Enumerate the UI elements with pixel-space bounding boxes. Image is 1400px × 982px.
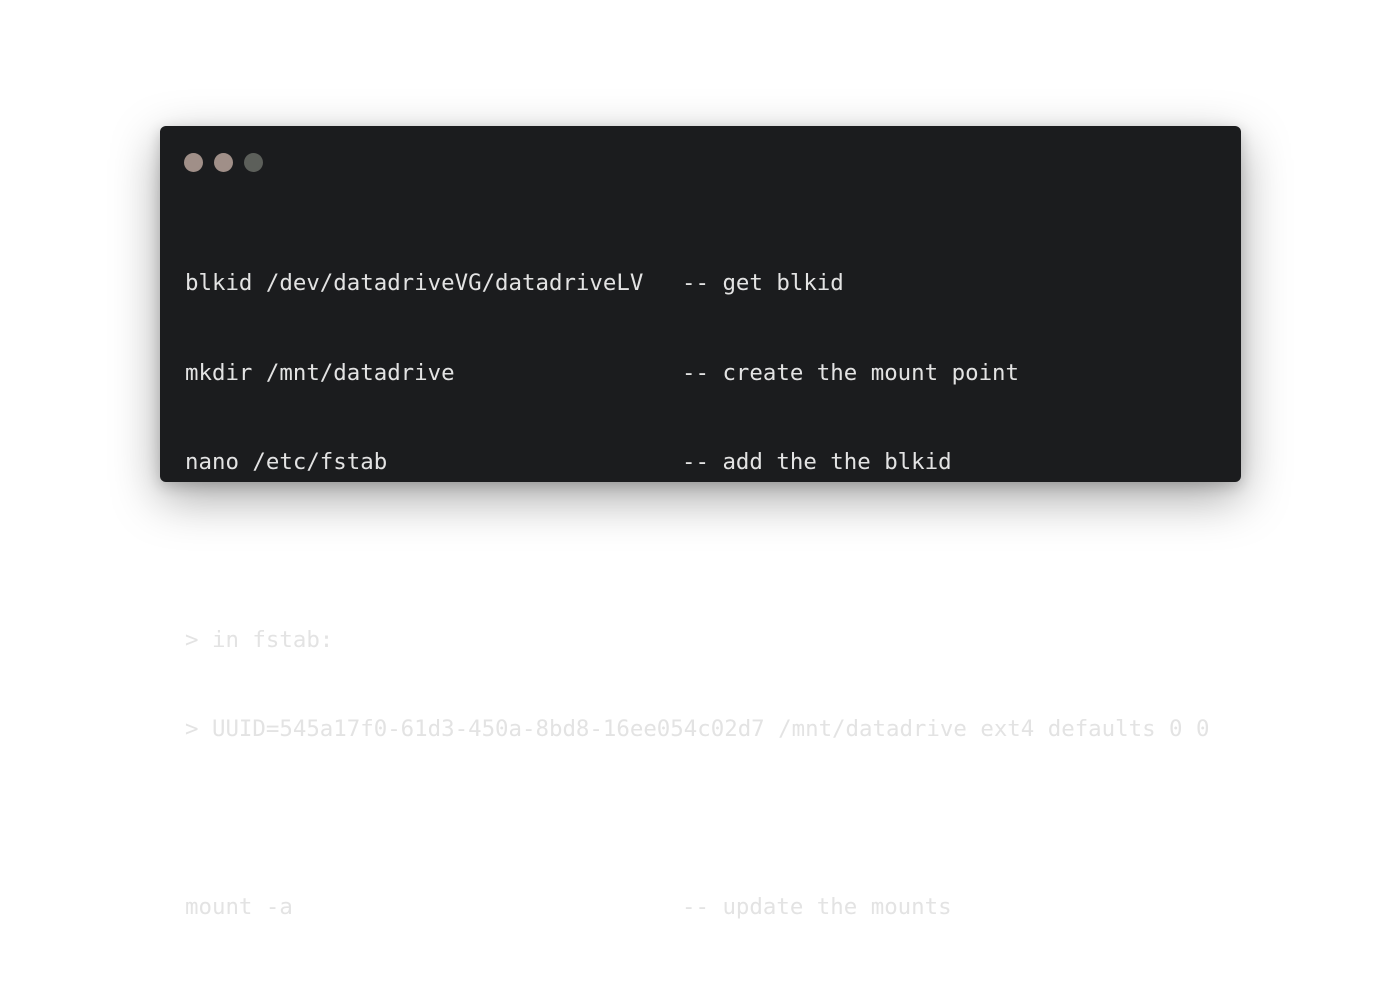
- minimize-button[interactable]: [214, 153, 233, 172]
- code-line: nano /etc/fstab -- add the the blkid: [185, 448, 1210, 478]
- command-text: mount -a: [185, 894, 293, 921]
- comment-text: -- add the the blkid: [682, 448, 952, 475]
- command-text: > in fstab:: [185, 626, 334, 653]
- window-controls: [184, 153, 263, 172]
- command-text: mkdir /mnt/datadrive: [185, 359, 455, 386]
- command-text: blkid /dev/datadriveVG/datadriveLV: [185, 270, 644, 297]
- comment-text: -- create the mount point: [682, 359, 1020, 386]
- code-line: > in fstab:: [185, 626, 1210, 656]
- terminal-window: blkid /dev/datadriveVG/datadriveLV -- get…: [160, 126, 1241, 920]
- code-line: mount -a -- update the mounts: [185, 893, 1210, 923]
- code-line: mkdir /mnt/datadrive -- create the mount …: [185, 359, 1210, 389]
- comment-text: -- update the mounts: [682, 894, 952, 921]
- code-line: > UUID=545a17f0-61d3-450a-8bd8-16ee054c0…: [185, 715, 1210, 745]
- comment-text: -- get blkid: [682, 270, 844, 297]
- code-block: blkid /dev/datadriveVG/datadriveLV -- get…: [185, 210, 1210, 982]
- command-text: nano /etc/fstab: [185, 448, 388, 475]
- close-button[interactable]: [184, 153, 203, 172]
- maximize-button[interactable]: [244, 153, 263, 172]
- code-line: blkid /dev/datadriveVG/datadriveLV -- get…: [185, 269, 1210, 299]
- command-text: > UUID=545a17f0-61d3-450a-8bd8-16ee054c0…: [185, 715, 1210, 742]
